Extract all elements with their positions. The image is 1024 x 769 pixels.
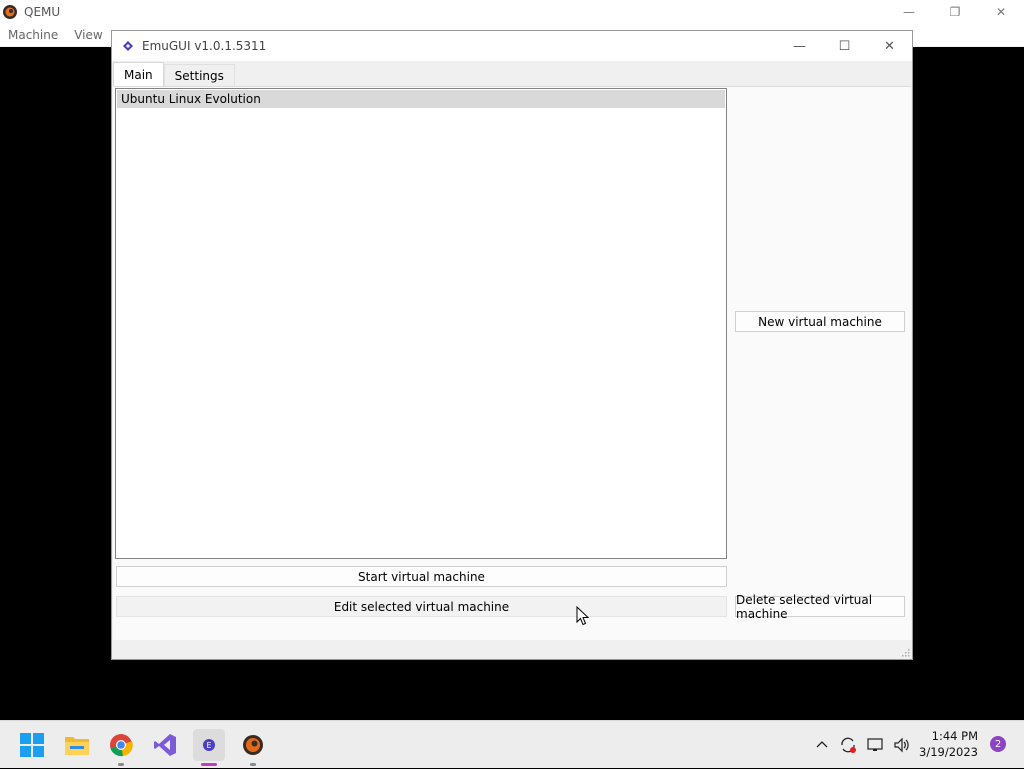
- svg-text:E: E: [206, 741, 211, 750]
- qemu-window-controls: — ❐ ✕: [886, 0, 1024, 23]
- taskbar-chrome[interactable]: [105, 729, 137, 766]
- start-vm-button[interactable]: Start virtual machine: [116, 566, 727, 587]
- start-button[interactable]: [16, 729, 48, 761]
- chrome-icon: [110, 734, 133, 757]
- emugui-minimize-button[interactable]: —: [777, 31, 822, 61]
- system-tray: [815, 721, 911, 769]
- edit-vm-button[interactable]: Edit selected virtual machine: [116, 596, 727, 617]
- emugui-close-button[interactable]: ✕: [867, 31, 912, 61]
- taskbar: E 1:44 PM 3/19/2023 2: [0, 720, 1024, 768]
- start-icon: [20, 733, 44, 757]
- qemu-logo-icon: [3, 4, 17, 19]
- qemu-titlebar: QEMU — ❐ ✕: [0, 0, 1024, 23]
- clock-date: 3/19/2023: [919, 745, 978, 759]
- qemu-close-button[interactable]: ✕: [978, 0, 1024, 23]
- resize-grip-icon[interactable]: [902, 649, 910, 657]
- qemu-window-title: QEMU: [24, 4, 61, 19]
- menu-view[interactable]: View: [66, 28, 110, 42]
- emugui-window: EmuGUI v1.0.1.5311 — ☐ ✕ Main Settings U…: [111, 30, 913, 660]
- running-indicator: [118, 763, 124, 766]
- notification-badge[interactable]: 2: [990, 736, 1006, 752]
- network-icon[interactable]: [867, 737, 885, 753]
- taskbar-file-explorer[interactable]: [61, 729, 93, 761]
- qemu-icon: [243, 735, 263, 755]
- emugui-window-title: EmuGUI v1.0.1.5311: [142, 39, 267, 53]
- running-indicator: [250, 763, 256, 766]
- qemu-minimize-button[interactable]: —: [886, 0, 932, 23]
- taskbar-visual-studio[interactable]: [149, 729, 181, 761]
- new-vm-button[interactable]: New virtual machine: [735, 311, 905, 332]
- emugui-icon: E: [203, 739, 215, 751]
- file-explorer-icon: [65, 737, 89, 755]
- sync-icon[interactable]: [839, 736, 857, 754]
- delete-vm-button[interactable]: Delete selected virtual machine: [735, 593, 905, 621]
- vm-list[interactable]: Ubuntu Linux Evolution: [115, 88, 727, 559]
- taskbar-clock[interactable]: 1:44 PM 3/19/2023: [919, 728, 978, 760]
- visual-studio-icon: [154, 734, 176, 756]
- active-indicator: [201, 763, 217, 766]
- qemu-restore-button[interactable]: ❐: [932, 0, 978, 23]
- clock-time: 1:44 PM: [931, 729, 978, 743]
- emugui-app-icon: [123, 41, 133, 51]
- volume-icon[interactable]: [893, 737, 911, 753]
- mouse-cursor-icon: [576, 606, 590, 626]
- taskbar-qemu[interactable]: [237, 729, 269, 766]
- tab-bar: Main Settings: [113, 62, 235, 86]
- menu-machine[interactable]: Machine: [0, 28, 66, 42]
- emugui-window-controls: — ☐ ✕: [777, 31, 912, 61]
- vm-list-item[interactable]: Ubuntu Linux Evolution: [117, 90, 725, 108]
- tab-main[interactable]: Main: [113, 62, 164, 86]
- emugui-maximize-button[interactable]: ☐: [822, 31, 867, 61]
- emugui-titlebar: EmuGUI v1.0.1.5311 — ☐ ✕: [112, 31, 912, 61]
- tab-settings[interactable]: Settings: [163, 64, 235, 86]
- main-tab-pane: Ubuntu Linux Evolution New virtual machi…: [113, 86, 911, 640]
- chevron-up-icon[interactable]: [815, 738, 829, 752]
- taskbar-emugui[interactable]: E: [193, 729, 225, 766]
